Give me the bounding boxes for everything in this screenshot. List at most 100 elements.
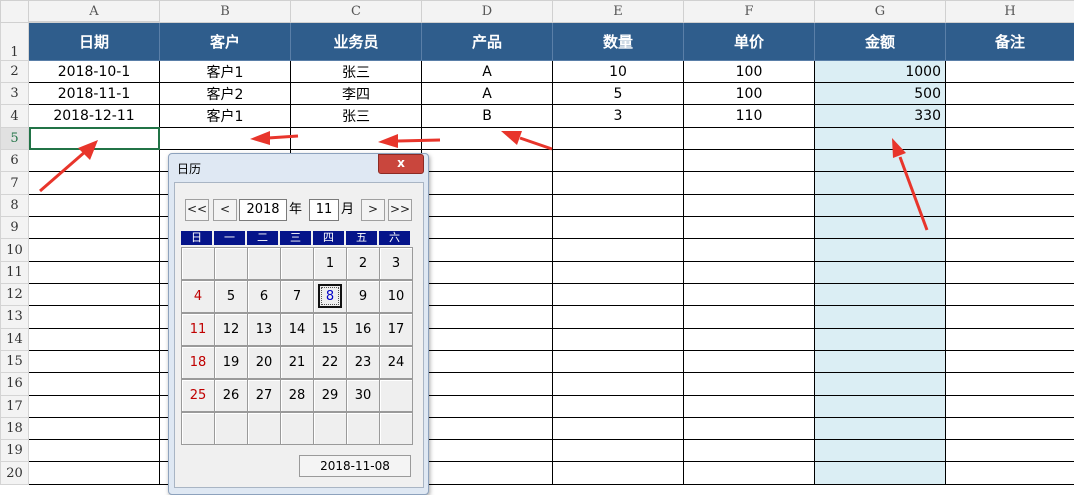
row-header[interactable]: 5 <box>1 127 29 149</box>
select-all-corner[interactable] <box>1 1 29 23</box>
cell[interactable]: 110 <box>684 105 815 127</box>
cell[interactable] <box>553 239 684 261</box>
calendar-day[interactable]: 19 <box>214 346 248 379</box>
row-header[interactable]: 1 <box>1 22 29 60</box>
prev-year-button[interactable]: << <box>185 199 209 221</box>
cell[interactable] <box>422 261 553 283</box>
cell[interactable] <box>553 328 684 350</box>
cell[interactable] <box>684 261 815 283</box>
cell[interactable] <box>946 105 1074 127</box>
cell[interactable]: A <box>422 83 553 105</box>
header-cell[interactable]: 数量 <box>553 22 684 60</box>
calendar-day[interactable] <box>379 379 413 412</box>
row-header[interactable]: 6 <box>1 150 29 172</box>
cell[interactable]: B <box>422 105 553 127</box>
cell[interactable] <box>684 417 815 439</box>
cell[interactable] <box>946 83 1074 105</box>
cell[interactable] <box>946 150 1074 172</box>
row-header[interactable]: 8 <box>1 194 29 216</box>
cell[interactable] <box>684 350 815 372</box>
header-cell[interactable]: 金额 <box>815 22 946 60</box>
cell[interactable] <box>815 283 946 305</box>
cell[interactable] <box>815 462 946 485</box>
cell[interactable] <box>553 261 684 283</box>
cell[interactable] <box>684 150 815 172</box>
calendar-day[interactable]: 26 <box>214 379 248 412</box>
row-header[interactable]: 4 <box>1 105 29 127</box>
row-header[interactable]: 2 <box>1 60 29 82</box>
row-header[interactable]: 17 <box>1 395 29 417</box>
cell[interactable] <box>946 306 1074 328</box>
calendar-day[interactable]: 4 <box>181 280 215 313</box>
calendar-day[interactable]: 30 <box>346 379 380 412</box>
calendar-day[interactable]: 28 <box>280 379 314 412</box>
cell[interactable]: 3 <box>553 105 684 127</box>
cell[interactable] <box>422 350 553 372</box>
cell[interactable] <box>422 395 553 417</box>
calendar-day[interactable]: 2 <box>346 247 380 280</box>
calendar-day[interactable] <box>280 247 314 280</box>
cell[interactable]: 100 <box>684 60 815 82</box>
cell[interactable] <box>815 373 946 395</box>
header-cell[interactable]: 客户 <box>160 22 291 60</box>
cell[interactable] <box>29 194 160 216</box>
calendar-day[interactable] <box>214 412 248 445</box>
cell[interactable] <box>553 172 684 194</box>
cell[interactable] <box>684 194 815 216</box>
calendar-day[interactable]: 24 <box>379 346 413 379</box>
calendar-day[interactable]: 14 <box>280 313 314 346</box>
cell[interactable] <box>946 172 1074 194</box>
cell[interactable] <box>946 373 1074 395</box>
cell[interactable] <box>29 150 160 172</box>
calendar-day[interactable]: 6 <box>247 280 281 313</box>
calendar-day[interactable]: 20 <box>247 346 281 379</box>
cell[interactable]: 100 <box>684 83 815 105</box>
calendar-day[interactable] <box>247 247 281 280</box>
calendar-day[interactable] <box>181 412 215 445</box>
calendar-day[interactable]: 1 <box>313 247 347 280</box>
calendar-day[interactable]: 18 <box>181 346 215 379</box>
cell[interactable]: A <box>422 60 553 82</box>
row-header[interactable]: 9 <box>1 217 29 239</box>
cell[interactable]: 500 <box>815 83 946 105</box>
cell[interactable] <box>29 239 160 261</box>
next-month-button[interactable]: > <box>361 199 385 221</box>
calendar-day[interactable]: 29 <box>313 379 347 412</box>
cell[interactable] <box>422 172 553 194</box>
calendar-day[interactable]: 27 <box>247 379 281 412</box>
row-header[interactable]: 7 <box>1 172 29 194</box>
calendar-day[interactable]: 25 <box>181 379 215 412</box>
cell[interactable] <box>422 150 553 172</box>
cell[interactable]: 1000 <box>815 60 946 82</box>
row-header[interactable]: 13 <box>1 306 29 328</box>
cell[interactable] <box>553 462 684 485</box>
calendar-day[interactable]: 16 <box>346 313 380 346</box>
next-year-button[interactable]: >> <box>388 199 412 221</box>
cell[interactable] <box>815 194 946 216</box>
row-header[interactable]: 16 <box>1 373 29 395</box>
row-header[interactable]: 18 <box>1 417 29 439</box>
cell[interactable]: 5 <box>553 83 684 105</box>
calendar-day[interactable]: 5 <box>214 280 248 313</box>
cell[interactable] <box>422 194 553 216</box>
cell[interactable] <box>422 239 553 261</box>
cell[interactable]: 客户1 <box>160 60 291 82</box>
cell[interactable] <box>946 462 1074 485</box>
column-header-h[interactable]: H <box>946 1 1074 23</box>
cell[interactable] <box>684 328 815 350</box>
cell[interactable] <box>553 440 684 462</box>
calendar-day[interactable]: 12 <box>214 313 248 346</box>
cell[interactable] <box>29 172 160 194</box>
cell[interactable] <box>553 194 684 216</box>
row-header[interactable]: 12 <box>1 283 29 305</box>
cell[interactable] <box>29 217 160 239</box>
cell[interactable] <box>684 217 815 239</box>
cell[interactable] <box>946 239 1074 261</box>
cell[interactable]: 李四 <box>291 83 422 105</box>
cell[interactable] <box>815 239 946 261</box>
cell[interactable]: 10 <box>553 60 684 82</box>
cell[interactable] <box>422 283 553 305</box>
cell[interactable] <box>553 350 684 372</box>
cell[interactable] <box>553 395 684 417</box>
calendar-day[interactable] <box>379 412 413 445</box>
